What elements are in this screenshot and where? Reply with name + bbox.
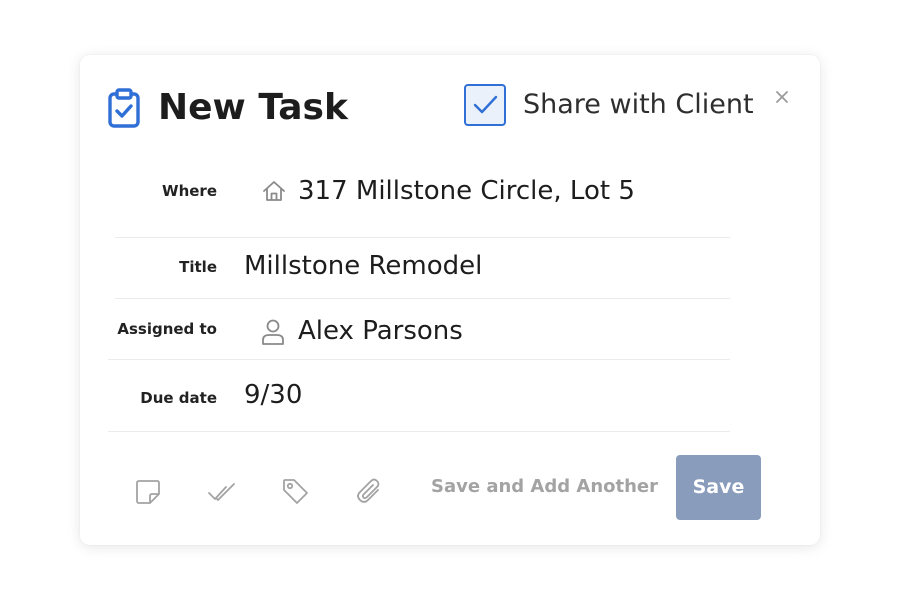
clipboard-check-icon [108,88,140,128]
tag-icon[interactable] [280,476,310,506]
person-icon [262,319,284,345]
save-and-add-another-button[interactable]: Save and Add Another [431,474,658,500]
title-label: Title [179,258,217,276]
divider [108,359,730,360]
divider [115,237,730,238]
title-value[interactable]: Millstone Remodel [244,248,482,284]
divider [108,431,730,432]
dialog-title: New Task [158,87,348,128]
due-date-label: Due date [140,389,217,407]
where-value[interactable]: 317 Millstone Circle, Lot 5 [298,173,635,209]
share-with-client-checkbox[interactable] [464,84,506,126]
share-with-client-label[interactable]: Share with Client [523,85,754,125]
assigned-to-label: Assigned to [117,320,217,338]
new-task-dialog: New Task Share with Client Where 317 Mil… [80,55,820,545]
home-icon [263,181,285,201]
assigned-to-value[interactable]: Alex Parsons [298,313,463,349]
checkmark-icon [473,95,498,114]
note-icon[interactable] [133,477,163,507]
save-button[interactable]: Save [676,455,761,520]
checklist-icon[interactable] [207,478,237,508]
where-label: Where [162,182,217,200]
close-icon[interactable] [770,85,794,109]
due-date-value[interactable]: 9/30 [244,377,302,413]
attachment-icon[interactable] [354,476,386,508]
divider [115,298,730,299]
